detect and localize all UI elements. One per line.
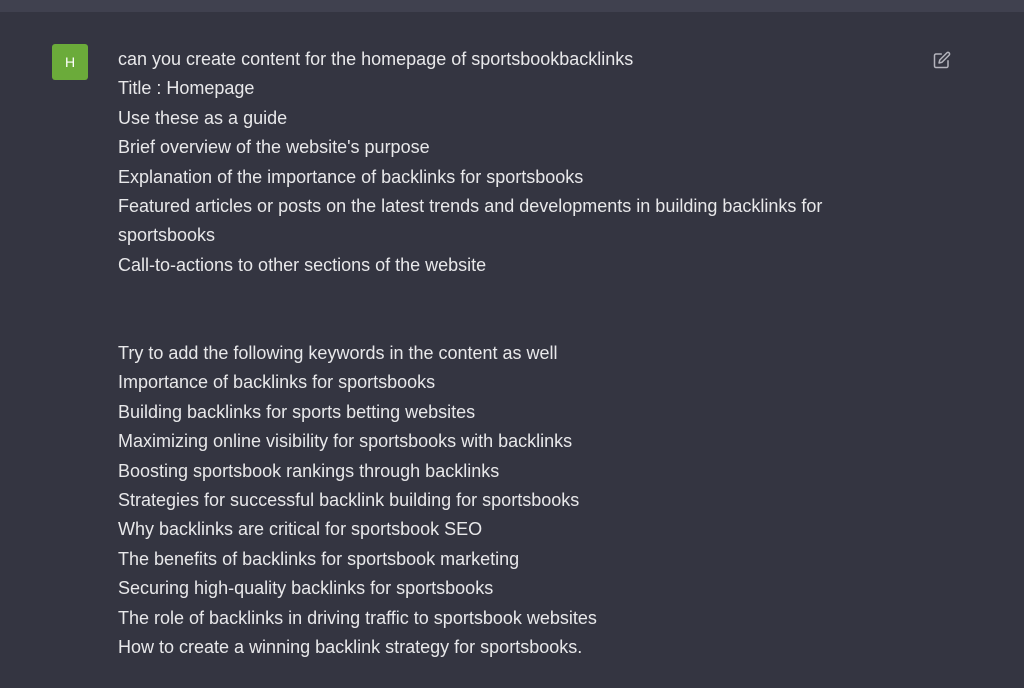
message-line: Title : Homepage: [118, 78, 255, 99]
user-avatar: H: [52, 44, 88, 80]
message-line: Try to add the following keywords in the…: [118, 343, 558, 364]
keyword-line: Securing high-quality backlinks for spor…: [118, 578, 494, 599]
keyword-line: The benefits of backlinks for sportsbook…: [118, 548, 520, 569]
keyword-line: How to create a winning backlink strateg…: [118, 637, 583, 658]
message-line: Use these as a guide: [118, 107, 288, 128]
message-line: Brief overview of the website's purpose: [118, 137, 430, 158]
message-line: can you create content for the homepage …: [118, 49, 634, 69]
edit-message-button[interactable]: [930, 48, 954, 72]
user-message: H can you create content for the homepag…: [0, 12, 1024, 688]
keyword-line: Strategies for successful backlink build…: [118, 490, 580, 511]
keyword-line: Boosting sportsbook rankings through bac…: [118, 460, 500, 481]
message-line: Call-to-actions to other sections of the…: [118, 254, 487, 275]
keyword-line: Why backlinks are critical for sportsboo…: [118, 519, 483, 540]
keyword-line: Importance of backlinks for sportsbooks: [118, 372, 436, 393]
message-line: Featured articles or posts on the latest…: [118, 196, 823, 217]
keyword-line: The role of backlinks in driving traffic…: [118, 607, 597, 628]
message-line: Explanation of the importance of backlin…: [118, 166, 584, 187]
edit-icon: [933, 51, 951, 69]
top-bar: [0, 0, 1024, 12]
message-content: can you create content for the homepage …: [118, 45, 918, 663]
keyword-line: Maximizing online visibility for sportsb…: [118, 431, 573, 452]
keyword-line: Building backlinks for sports betting we…: [118, 401, 476, 422]
blank-lines: [118, 280, 918, 339]
message-line: sportsbooks: [118, 225, 216, 246]
